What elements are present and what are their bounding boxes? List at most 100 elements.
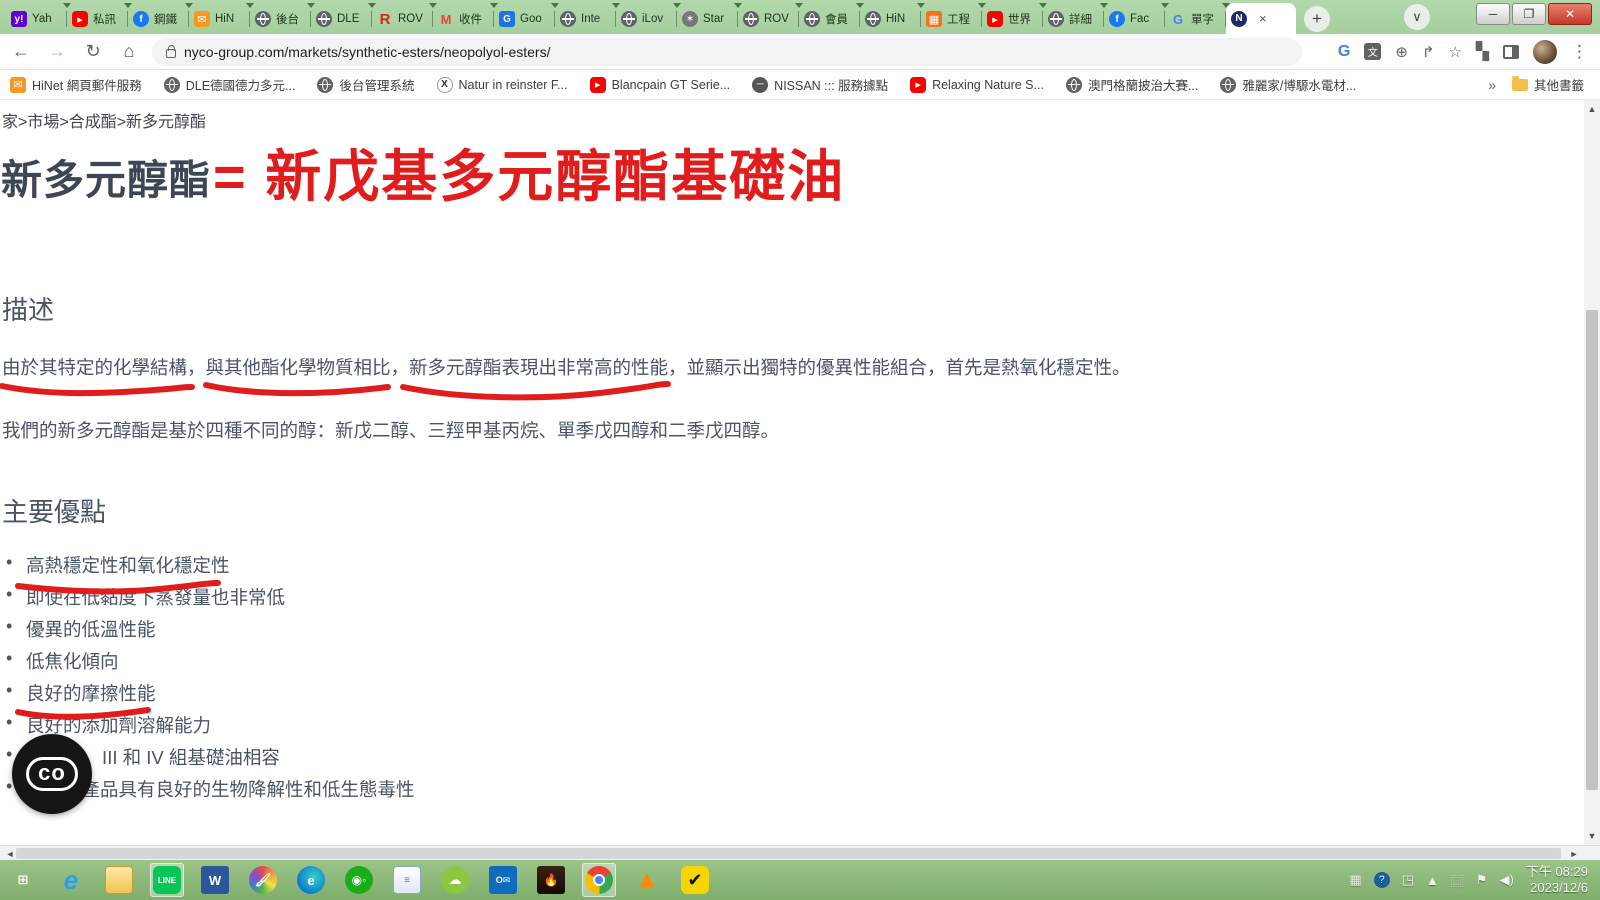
file-explorer-taskbar-button[interactable] — [102, 863, 136, 897]
bookmark-star-icon[interactable]: ☆ — [1448, 43, 1461, 61]
game-taskbar-button[interactable]: 🔥 — [534, 863, 568, 897]
bookmark-item-7[interactable]: 澳門格蘭披治大賽... — [1066, 75, 1198, 94]
tab-label: Inte — [581, 13, 600, 25]
browser-tab-19[interactable]: G單字 — [1165, 4, 1226, 34]
extensions-puzzle-icon[interactable]: ▚ — [1476, 42, 1489, 62]
browser-tab-5[interactable]: DLE — [311, 4, 372, 34]
tab-label: iLov — [642, 13, 663, 25]
browser-tab-6[interactable]: RROV — [372, 4, 433, 34]
scroll-up-icon[interactable]: ▲ — [1584, 104, 1600, 114]
browser-tab-16[interactable]: ▸世界 — [982, 4, 1043, 34]
help-icon[interactable]: ? — [1374, 872, 1390, 888]
line-icon: LINE — [153, 866, 181, 894]
browser-tab-13[interactable]: 會員 — [799, 4, 860, 34]
globe-icon — [316, 11, 332, 27]
wechat-taskbar-button[interactable]: ◉◦ — [342, 863, 376, 897]
side-panel-icon[interactable] — [1503, 45, 1519, 59]
vlc-taskbar-button[interactable]: ▲ — [630, 863, 664, 897]
browser-tab-3[interactable]: ✉HiN — [189, 4, 250, 34]
horizontal-scroll-thumb[interactable] — [16, 848, 1561, 859]
browser-tab-10[interactable]: iLov — [616, 4, 677, 34]
forward-icon[interactable]: → — [44, 41, 70, 62]
close-window-button[interactable]: ✕ — [1548, 3, 1592, 25]
bookmark-item-4[interactable]: ▸Blancpain GT Serie... — [590, 77, 731, 93]
toolbar-actions: G 文 ⊕ ↱ ☆ ▚ ⋮ — [1338, 40, 1592, 64]
browser-tab-18[interactable]: fFac — [1104, 4, 1165, 34]
maximize-button[interactable]: ❐ — [1512, 3, 1546, 25]
cookie-widget-button[interactable]: co — [12, 734, 92, 814]
scroll-down-icon[interactable]: ▼ — [1584, 831, 1600, 841]
browser-tab-12[interactable]: ROV — [738, 4, 799, 34]
edge-taskbar-button[interactable]: e — [294, 863, 328, 897]
outlook-taskbar-button[interactable]: O✉ — [486, 863, 520, 897]
vertical-scrollbar[interactable]: ▲ ▼ — [1584, 100, 1600, 845]
browser-tab-4[interactable]: 後台 — [250, 4, 311, 34]
back-icon[interactable]: ← — [8, 41, 34, 62]
keyboard-icon[interactable]: ▦ — [1349, 872, 1361, 888]
network-icon[interactable]: ⿴ — [1451, 871, 1464, 890]
browser-tab-2[interactable]: f鋼鐵 — [128, 4, 189, 34]
scroll-right-icon[interactable]: ► — [1566, 849, 1582, 859]
bookmark-item-2[interactable]: 後台管理系統 — [317, 75, 414, 94]
bookmark-item-1[interactable]: DLE德國德力多元... — [164, 75, 296, 94]
ime-icon[interactable]: ◳ — [1402, 872, 1414, 888]
browser-tab-20[interactable]: N× — [1226, 3, 1296, 34]
google-account-icon[interactable]: G — [1338, 43, 1350, 61]
nissan-icon: ─ — [752, 77, 768, 93]
translate-icon[interactable]: 文 — [1364, 43, 1381, 60]
cloud-taskbar-button[interactable]: ☁ — [438, 863, 472, 897]
bookmark-item-0[interactable]: ✉HiNet 網頁郵件服務 — [10, 75, 142, 94]
breadcrumb[interactable]: 家>市場>合成酯>新多元醇酯 — [2, 108, 206, 132]
bookmark-item-8[interactable]: 雅麗家/博騵水電材... — [1220, 75, 1356, 94]
browser-tab-17[interactable]: 詳細 — [1043, 4, 1104, 34]
bookmark-item-6[interactable]: ▸Relaxing Nature S... — [910, 77, 1044, 93]
volume-icon[interactable]: ◀) — [1500, 872, 1514, 888]
browser-tab-14[interactable]: HiN — [860, 4, 921, 34]
bookmarks-bar: ✉HiNet 網頁郵件服務 DLE德國德力多元... 後台管理系統 XNatur in… — [0, 70, 1600, 100]
bookmark-item-5[interactable]: ─NISSAN ::: 服務據點 — [752, 75, 888, 94]
url-text[interactable]: nyco-group.com/markets/synthetic-esters/… — [184, 44, 550, 60]
bookmark-label: 澳門格蘭披治大賽... — [1088, 75, 1198, 94]
home-icon[interactable]: ⌂ — [116, 41, 142, 62]
bookmark-label: 後台管理系統 — [339, 75, 414, 94]
globe-icon — [560, 11, 576, 27]
other-bookmarks-button[interactable]: 其他書籤 — [1512, 75, 1584, 94]
word-taskbar-button[interactable]: W — [198, 863, 232, 897]
browser-tab-0[interactable]: y!Yah — [6, 4, 67, 34]
line-taskbar-button[interactable]: LINE — [150, 863, 184, 897]
vertical-scroll-thumb[interactable] — [1586, 310, 1598, 790]
horizontal-scrollbar[interactable]: ◄ ► — [0, 845, 1600, 860]
hinet-mail-icon: ✉ — [10, 77, 26, 93]
game-icon: 🔥 — [537, 866, 565, 894]
minimize-button[interactable]: ─ — [1476, 3, 1510, 25]
antivirus-taskbar-button[interactable]: ✔ — [678, 863, 712, 897]
tab-close-icon[interactable]: × — [1257, 11, 1269, 26]
bookmark-item-3[interactable]: XNatur in reinster F... — [437, 77, 568, 93]
advantage-item-1: 即使在低黏度下蒸發量也非常低 — [6, 584, 415, 616]
browser-tab-8[interactable]: GGoo — [494, 4, 555, 34]
browser-tab-11[interactable]: ✶Star — [677, 4, 738, 34]
kebab-menu-icon[interactable]: ⋮ — [1571, 42, 1588, 62]
zoom-in-icon[interactable]: ⊕ — [1395, 43, 1408, 61]
hidden-icons-arrow[interactable]: ▲ — [1426, 873, 1439, 888]
share-icon[interactable]: ↱ — [1422, 43, 1435, 61]
address-bar[interactable]: nyco-group.com/markets/synthetic-esters/… — [152, 38, 1302, 66]
browser-tab-9[interactable]: Inte — [555, 4, 616, 34]
paint-taskbar-button[interactable]: 🖌 — [246, 863, 280, 897]
google-g-icon: G — [1170, 11, 1186, 27]
secure-lock-icon[interactable] — [166, 49, 176, 58]
browser-tab-7[interactable]: M收件 — [433, 4, 494, 34]
bookmarks-overflow-icon[interactable]: » — [1488, 77, 1496, 93]
windows-start-taskbar-button[interactable]: ⊞ — [6, 863, 40, 897]
new-tab-button[interactable]: + — [1304, 6, 1330, 32]
browser-tab-1[interactable]: ▸私訊 — [67, 4, 128, 34]
browser-tab-15[interactable]: ▦工程 — [921, 4, 982, 34]
taskbar-clock[interactable]: 下午 08:29 2023/12/6 — [1526, 864, 1588, 897]
internet-explorer-taskbar-button[interactable]: e — [54, 863, 88, 897]
profile-avatar[interactable] — [1533, 40, 1557, 64]
notepad-taskbar-button[interactable]: ≡ — [390, 863, 424, 897]
flag-icon[interactable]: ⚑ — [1476, 872, 1488, 888]
tab-search-button[interactable]: ∨ — [1404, 4, 1430, 30]
chrome-taskbar-button[interactable] — [582, 863, 616, 897]
reload-icon[interactable]: ↻ — [80, 41, 106, 62]
